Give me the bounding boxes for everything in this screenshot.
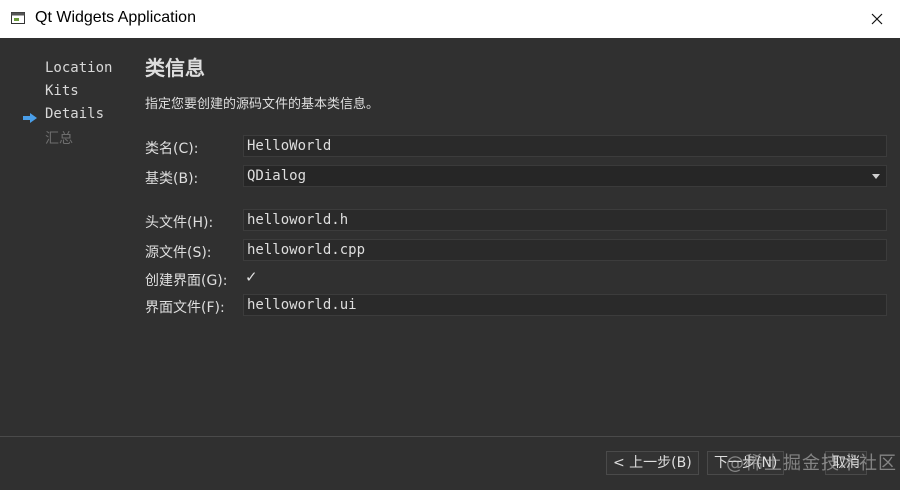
wizard-footer: < 上一步(B) 下一步(N) 取消 @稀土掘金技术社区 [0,436,900,490]
base-class-select[interactable]: QDialog [243,165,887,187]
generate-form-label: 创建界面(G): [145,273,228,289]
back-button[interactable]: < 上一步(B) [606,451,699,475]
base-class-value: QDialog [247,168,307,184]
base-class-label: 基类(B): [145,171,199,187]
wizard-steps: Location Kits Details 汇总 [0,38,130,436]
page-description: 指定您要创建的源码文件的基本类信息。 [145,97,380,112]
page-title: 类信息 [145,56,205,80]
close-icon [871,13,883,25]
app-window-icon [10,10,26,26]
wizard-window: Qt Widgets Application Location Kits Det… [0,0,900,490]
header-file-label: 头文件(H): [145,215,214,231]
step-details: Details [45,106,105,122]
chevron-down-icon [872,174,880,179]
step-summary: 汇总 [45,131,73,147]
arrow-right-icon [22,109,38,128]
source-file-label: 源文件(S): [145,245,212,261]
class-name-input[interactable]: HelloWorld [243,135,887,157]
details-page: 类信息 指定您要创建的源码文件的基本类信息。 类名(C): HelloWorld… [130,38,900,436]
class-name-label: 类名(C): [145,141,199,157]
title-bar: Qt Widgets Application [0,0,900,38]
form-file-input[interactable]: helloworld.ui [243,294,887,316]
header-file-input[interactable]: helloworld.h [243,209,887,231]
generate-form-checkbox[interactable]: ✓ [245,268,258,286]
close-button[interactable] [854,0,900,38]
watermark: @稀土掘金技术社区 [726,453,897,474]
step-location: Location [45,60,113,76]
window-title: Qt Widgets Application [35,9,196,26]
step-kits: Kits [45,83,79,99]
form-file-label: 界面文件(F): [145,300,225,316]
source-file-input[interactable]: helloworld.cpp [243,239,887,261]
